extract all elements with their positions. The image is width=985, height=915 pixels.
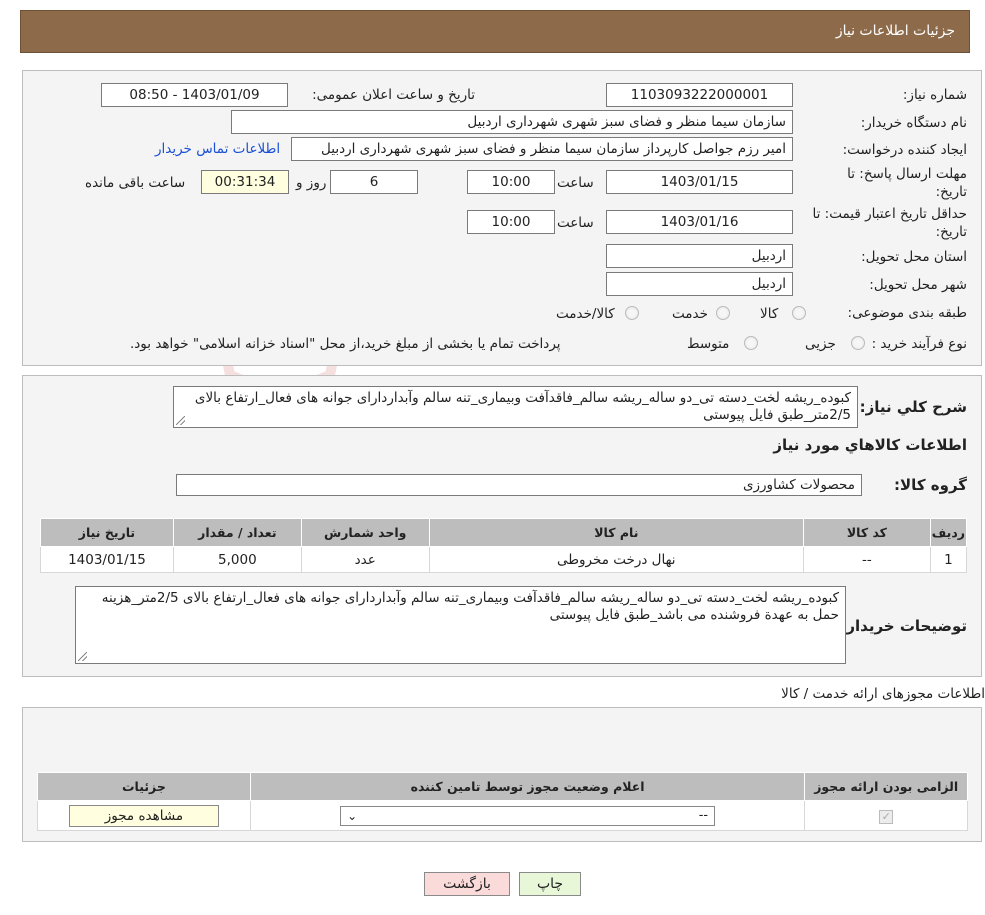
province-label: استان محل تحویل: xyxy=(861,249,967,265)
province-field: اردبیل xyxy=(606,244,793,268)
resize-grip-icon[interactable] xyxy=(78,652,87,661)
permit-status-select[interactable]: -- ⌄ xyxy=(340,805,716,826)
process-note: پرداخت تمام یا بخشی از مبلغ خرید،از محل … xyxy=(130,336,561,352)
permits-section-title: اطلاعات مجوزهای ارائه خدمت / کالا xyxy=(781,686,985,702)
permits-table: الزامی بودن ارائه مجوز اعلام وضعیت مجوز … xyxy=(37,772,968,831)
cell-permit-status: -- ⌄ xyxy=(249,800,806,831)
page-header: جزئیات اطلاعات نیاز xyxy=(20,10,970,53)
cell-item-name: نهال درخت مخروطی xyxy=(428,546,805,573)
process-radio-minor[interactable] xyxy=(851,336,865,350)
creator-field: امیر رزم جواصل کارپرداز سازمان سیما منظر… xyxy=(291,137,793,161)
validity-time-label: ساعت xyxy=(557,215,594,231)
cell-row-number: 1 xyxy=(929,546,968,573)
deadline-label-2: تاریخ: xyxy=(935,184,967,200)
validity-label-2: تاریخ: xyxy=(935,224,967,240)
buyer-org-label: نام دستگاه خریدار: xyxy=(860,115,967,131)
goods-table-header: رديف کد کالا نام کالا واحد شمارش تعداد /… xyxy=(40,518,968,547)
category-option-service: خدمت xyxy=(672,306,708,322)
col-row-number: رديف xyxy=(929,518,968,547)
goods-section-title: اطلاعات کالاهاي مورد نياز xyxy=(773,436,967,454)
col-permit-details: جزئیات xyxy=(37,772,251,801)
col-item-code: کد کالا xyxy=(803,518,931,547)
city-field: اردبیل xyxy=(606,272,793,296)
buyer-notes-label: توضیحات خریدار: xyxy=(840,617,967,635)
page-title: جزئیات اطلاعات نیاز xyxy=(835,23,955,39)
deadline-label: مهلت ارسال پاسخ: تا xyxy=(847,166,967,182)
need-number-field: 1103093222000001 xyxy=(606,83,793,107)
city-label: شهر محل تحویل: xyxy=(869,277,967,293)
remaining-label: ساعت باقی مانده xyxy=(85,175,186,191)
description-text: کبوده_ریشه لخت_دسته تی_دو ساله_ریشه سالم… xyxy=(194,390,851,423)
category-label: طبقه بندی موضوعی: xyxy=(847,305,967,321)
process-label: نوع فرآیند خرید : xyxy=(871,336,967,352)
description-label: شرح کلي نياز: xyxy=(859,398,967,416)
creator-label: ایجاد کننده درخواست: xyxy=(842,142,967,158)
announce-field: 1403/01/09 - 08:50 xyxy=(101,83,288,107)
cell-permit-required: ✓ xyxy=(804,800,968,831)
col-item-name: نام کالا xyxy=(428,518,805,547)
chevron-down-icon: ⌄ xyxy=(347,808,358,823)
buyer-notes-textarea[interactable]: کبوده_ریشه لخت_دسته تی_دو ساله_ریشه سالم… xyxy=(75,586,846,664)
goods-table: رديف کد کالا نام کالا واحد شمارش تعداد /… xyxy=(40,518,968,573)
goods-group-field: محصولات کشاورزی xyxy=(176,474,862,496)
goods-group-label: گروه کالا: xyxy=(894,476,967,494)
process-option-minor: جزیی xyxy=(805,336,836,352)
validity-date-field: 1403/01/16 xyxy=(606,210,793,234)
back-button[interactable]: بازگشت xyxy=(424,872,510,896)
permit-status-value: -- xyxy=(698,807,709,823)
col-need-date: تاريخ نياز xyxy=(40,518,174,547)
cell-need-date: 1403/01/15 xyxy=(40,546,174,573)
process-option-medium: متوسط xyxy=(687,336,730,352)
cell-quantity: 5,000 xyxy=(172,546,302,573)
category-option-both: کالا/خدمت xyxy=(556,306,615,322)
category-option-goods: کالا xyxy=(760,306,779,322)
cell-unit: عدد xyxy=(300,546,430,573)
buyer-org-field: سازمان سیما منظر و فضای سبز شهری شهرداری… xyxy=(231,110,793,134)
col-quantity: تعداد / مقدار xyxy=(172,518,302,547)
days-field: 6 xyxy=(330,170,418,194)
category-radio-both[interactable] xyxy=(625,306,639,320)
remaining-time-field: 00:31:34 xyxy=(201,170,289,194)
buyer-notes-text: کبوده_ریشه لخت_دسته تی_دو ساله_ریشه سالم… xyxy=(101,590,839,623)
validity-time-field: 10:00 xyxy=(467,210,555,234)
process-radio-medium[interactable] xyxy=(744,336,758,350)
col-unit: واحد شمارش xyxy=(300,518,430,547)
table-row: 1 -- نهال درخت مخروطی عدد 5,000 1403/01/… xyxy=(40,546,968,573)
table-row: ✓ -- ⌄ مشاهده مجوز xyxy=(37,800,968,831)
col-permit-status: اعلام وضعیت مجوز توسط تامین کننده xyxy=(249,772,806,801)
view-permit-button[interactable]: مشاهده مجوز xyxy=(68,804,219,827)
need-number-label: شماره نیاز: xyxy=(902,87,967,103)
validity-label: حداقل تاریخ اعتبار قیمت: تا xyxy=(812,206,967,222)
buyer-contact-link[interactable]: اطلاعات تماس خریدار xyxy=(155,141,280,157)
announce-label: تاریخ و ساعت اعلان عمومی: xyxy=(312,87,475,103)
category-radio-service[interactable] xyxy=(716,306,730,320)
permit-required-checkbox[interactable]: ✓ xyxy=(879,809,894,824)
cell-permit-details: مشاهده مجوز xyxy=(37,800,251,831)
description-textarea[interactable]: کبوده_ریشه لخت_دسته تی_دو ساله_ریشه سالم… xyxy=(173,386,858,428)
cell-item-code: -- xyxy=(803,546,931,573)
days-label: روز و xyxy=(296,175,327,191)
category-radio-goods[interactable] xyxy=(792,306,806,320)
print-button[interactable]: چاپ xyxy=(519,872,581,896)
col-permit-required: الزامی بودن ارائه مجوز xyxy=(804,772,968,801)
deadline-date-field: 1403/01/15 xyxy=(606,170,793,194)
deadline-time-field: 10:00 xyxy=(467,170,555,194)
permits-table-header: الزامی بودن ارائه مجوز اعلام وضعیت مجوز … xyxy=(37,772,968,801)
resize-grip-icon[interactable] xyxy=(176,416,185,425)
deadline-time-label: ساعت xyxy=(557,175,594,191)
